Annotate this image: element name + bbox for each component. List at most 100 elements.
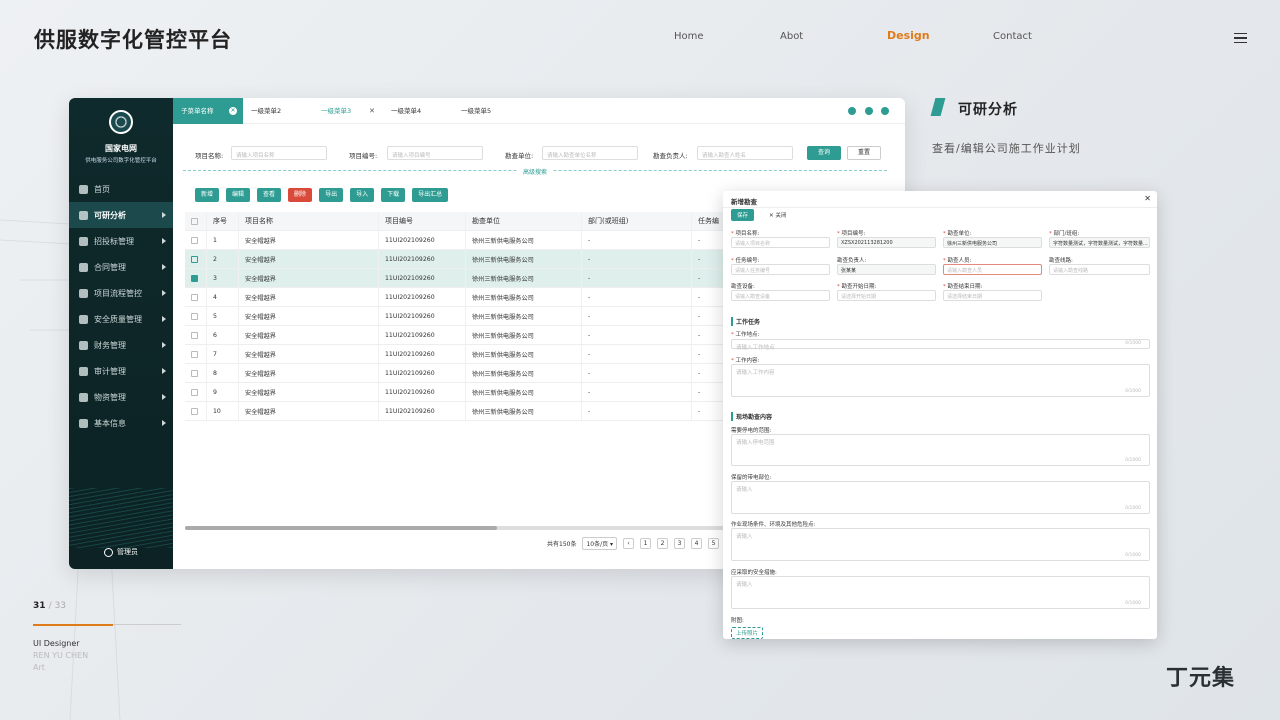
sidebar-item-feasibility[interactable]: 可研分析 [69,202,173,228]
close-icon[interactable]: ✕ [369,98,375,124]
page-1[interactable]: 1 [640,538,652,549]
admin-user[interactable]: 管理员 [69,547,173,557]
tab-menu5[interactable]: 一级菜单5 [453,98,523,124]
project-name-input[interactable]: 请输入项目名称 [231,146,327,160]
sidebar-item-contract[interactable]: 合同管理 [69,254,173,280]
table-cell: 11UI202109260 [379,269,466,287]
checkbox[interactable] [191,388,198,396]
survey-leader-input[interactable]: 请输入勘查人姓名 [697,146,793,160]
sidebar-item-audit[interactable]: 审计管理 [69,358,173,384]
field-survey-leader[interactable]: 张某某 [837,264,936,275]
power-icon[interactable] [881,107,889,115]
download-button[interactable]: 下载 [381,188,406,202]
checkbox[interactable] [191,255,198,263]
field-label-device: 勘查设备: [731,284,755,290]
field-project-code[interactable]: XZSX202113281200 [837,237,936,248]
sidebar-item-home[interactable]: 首页 [69,176,173,202]
add-button[interactable]: 新增 [195,188,220,202]
field-survey-unit[interactable]: 徐州三新供电服务公司 [943,237,1042,248]
close-icon[interactable]: ✕ [229,107,237,115]
select-all-cell[interactable] [185,212,207,230]
upload-photo-button[interactable]: 上传照片 [731,627,764,639]
view-button[interactable]: 查看 [257,188,282,202]
checkbox[interactable] [191,312,198,320]
delete-button[interactable]: 删除 [288,188,313,202]
close-icon[interactable]: ✕ [1144,194,1151,203]
checkbox[interactable] [191,407,198,415]
help-icon[interactable] [848,107,856,115]
import-button[interactable]: 导入 [350,188,375,202]
checkbox[interactable] [191,217,198,225]
row-select-cell[interactable] [185,345,207,363]
checkbox[interactable] [191,331,198,339]
page-5[interactable]: 5 [708,538,720,549]
gear-icon[interactable] [865,107,873,115]
field-task-code[interactable]: 请输入任务编号 [731,264,830,275]
row-select-cell[interactable] [185,269,207,287]
prev-page-icon[interactable]: ‹ [623,538,635,549]
row-select-cell[interactable] [185,288,207,306]
scroll-thumb[interactable] [185,526,497,530]
field-survey-device[interactable]: 请输入勘查设备 [731,290,830,301]
tab-menu2[interactable]: 一级菜单2 [243,98,313,124]
query-button[interactable]: 查询 [807,146,841,160]
work-content-input[interactable]: 请输入工作内容 0/1000 [731,364,1150,397]
site-conditions-input[interactable]: 请输入 0/1000 [731,528,1150,561]
live-parts-input[interactable]: 请输入 0/1000 [731,481,1150,514]
table-cell: - [582,326,692,344]
reset-button[interactable]: 重置 [847,146,881,160]
field-survey-staff[interactable]: 请输入勘查人员 [943,264,1042,275]
horizontal-scrollbar[interactable] [185,526,785,530]
nav-abot[interactable]: Abot [780,31,803,42]
row-select-cell[interactable] [185,307,207,325]
sidebar-item-safety[interactable]: 安全质量管理 [69,306,173,332]
sidebar-item-bidding[interactable]: 招投标管理 [69,228,173,254]
field-survey-line[interactable]: 请输入勘查线路 [1049,264,1150,275]
work-place-input[interactable]: 请输入工作地点 0/1000 [731,339,1150,351]
tab-menu3[interactable]: 一级菜单3 ✕ [313,98,383,124]
checkbox[interactable] [191,369,198,377]
sidebar-item-process[interactable]: 项目流程管控 [69,280,173,306]
edit-button[interactable]: 编辑 [226,188,251,202]
field-label-line: 勘查线路: [1049,258,1073,264]
checkbox[interactable] [191,350,198,358]
export-summary-button[interactable]: 导出汇总 [412,188,449,202]
nav-home[interactable]: Home [674,31,704,42]
page-size-select[interactable]: 10条/页 ▾ [582,537,618,550]
page-2[interactable]: 2 [657,538,669,549]
field-end-date[interactable]: 请选择结束日期 [943,290,1042,301]
page-4[interactable]: 4 [691,538,703,549]
checkbox[interactable] [191,236,198,244]
menu-icon[interactable] [1234,33,1247,43]
row-select-cell[interactable] [185,250,207,268]
page-size-label: 10条/页 [586,541,609,548]
field-dept[interactable]: 字符数量测试，字符数量测试，字符数量... [1049,237,1150,248]
nav-contact[interactable]: Contact [993,31,1032,42]
field-project-name[interactable]: 请输入项目名称 [731,237,830,248]
table-cell: 徐州三新供电服务公司 [466,269,582,287]
outage-range-input[interactable]: 请输入停电范围 0/1000 [731,434,1150,466]
page-3[interactable]: 3 [674,538,686,549]
top-nav: Home Abot Design Contact [0,29,1280,51]
row-select-cell[interactable] [185,364,207,382]
tab-submenu[interactable]: 子菜单名称 ✕ [173,98,243,124]
nav-design[interactable]: Design [887,29,930,42]
row-select-cell[interactable] [185,231,207,249]
row-select-cell[interactable] [185,383,207,401]
row-select-cell[interactable] [185,326,207,344]
sidebar-item-finance[interactable]: 财务管理 [69,332,173,358]
sidebar-item-material[interactable]: 物资管理 [69,384,173,410]
checkbox[interactable] [191,293,198,301]
advanced-search-toggle[interactable]: 高级搜索 [183,169,887,180]
row-select-cell[interactable] [185,402,207,420]
field-start-date[interactable]: 请选择开始日期 [837,290,936,301]
project-code-input[interactable]: 请输入项目编号 [387,146,483,160]
save-button[interactable]: 保存 [731,209,755,221]
export-button[interactable]: 导出 [319,188,344,202]
checkbox[interactable] [191,274,198,282]
survey-unit-input[interactable]: 请输入勘查单位名称 [542,146,638,160]
sidebar-item-basic[interactable]: 基本信息 [69,410,173,436]
tab-menu4[interactable]: 一级菜单4 [383,98,453,124]
safety-measures-input[interactable]: 请输入 0/1000 [731,576,1150,609]
close-button[interactable]: ✕ 关闭 [765,209,790,221]
